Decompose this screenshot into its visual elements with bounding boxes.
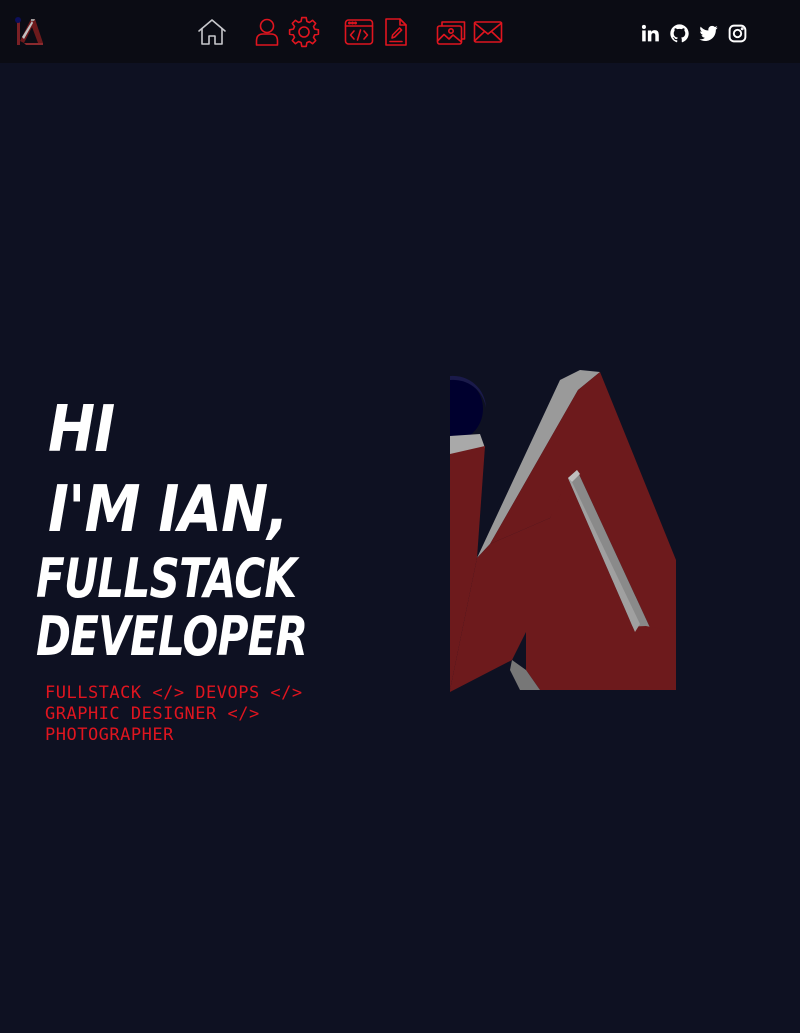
role-line: PHOTOGRAPHER: [45, 725, 174, 745]
code-window-icon[interactable]: [343, 16, 375, 48]
instagram-icon[interactable]: [727, 23, 748, 44]
ia-3d-logo: [450, 370, 676, 692]
document-edit-icon[interactable]: [380, 16, 412, 48]
hero-title-line2: Developer: [36, 605, 308, 668]
gear-icon[interactable]: [288, 16, 320, 48]
hero-name: I'm Ian,: [48, 473, 289, 547]
linkedin-icon[interactable]: [640, 23, 661, 44]
roles-list: FULLSTACK </> DEVOPS </> GRAPHIC DESIGNE…: [45, 683, 375, 746]
twitter-icon[interactable]: [698, 23, 719, 44]
role-line: GRAPHIC DESIGNER </>: [45, 704, 260, 724]
home-icon[interactable]: [196, 16, 228, 48]
hero-greeting: Hi: [48, 393, 115, 467]
user-icon[interactable]: [251, 16, 283, 48]
top-navbar: [0, 0, 800, 63]
photo-icon[interactable]: [435, 16, 467, 48]
github-icon[interactable]: [669, 23, 690, 44]
ia-logo-icon[interactable]: [14, 15, 46, 47]
hero-title-line1: Fullstack: [36, 547, 297, 610]
mail-icon[interactable]: [472, 16, 504, 48]
role-line: FULLSTACK </> DEVOPS </>: [45, 683, 303, 703]
